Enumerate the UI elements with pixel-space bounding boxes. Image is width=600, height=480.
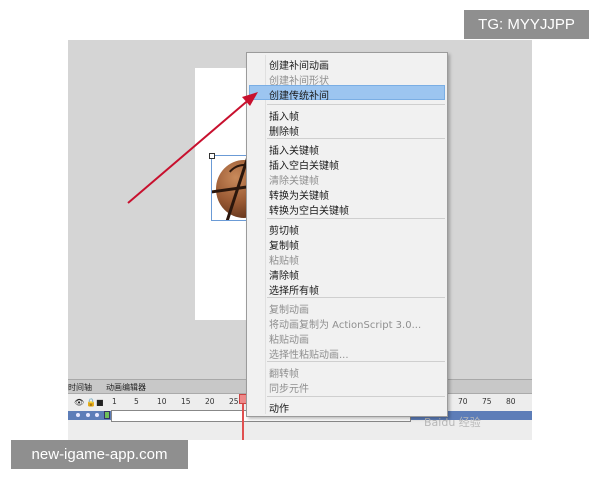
eye-icon[interactable]: 👁 xyxy=(74,398,84,407)
menu-item: 选择性粘贴动画... xyxy=(269,350,349,361)
watermark-top: TG: MYYJJPP xyxy=(464,10,589,39)
ruler-tick: 75 xyxy=(482,397,492,406)
layer-lock-dot[interactable] xyxy=(86,413,90,417)
ruler-tick: 15 xyxy=(181,397,191,406)
frame-context-menu: 创建补间动画创建补间形状 创建传统补间 插入帧 删除帧插入关键帧 插入空白关键帧清除关键… xyxy=(246,52,448,417)
ruler-tick: 80 xyxy=(506,397,516,406)
menu-item[interactable]: 删除帧 xyxy=(269,123,299,138)
ruler-tick: 10 xyxy=(157,397,167,406)
ruler-tick: 20 xyxy=(205,397,215,406)
tab-timeline[interactable]: 时间轴 xyxy=(68,382,92,393)
menu-item: 清除关键帧 xyxy=(269,176,319,187)
menu-gutter xyxy=(265,55,266,414)
menu-item: 复制动画 xyxy=(269,305,309,316)
menu-item[interactable]: 转换为空白关键帧 xyxy=(269,202,349,217)
menu-item[interactable]: 插入帧 xyxy=(269,108,299,123)
menu-item[interactable]: 插入空白关键帧 xyxy=(269,157,339,172)
watermark-bottom: new-igame-app.com xyxy=(11,440,188,469)
menu-separator xyxy=(267,218,445,219)
layer-outline-dot[interactable] xyxy=(95,413,99,417)
ruler-tick: 25 xyxy=(229,397,239,406)
menu-item[interactable]: 动作 xyxy=(269,400,289,415)
menu-item: 创建补间形状 xyxy=(269,76,329,87)
menu-item[interactable]: 插入关键帧 xyxy=(269,142,319,157)
menu-separator xyxy=(267,361,445,362)
menu-item[interactable]: 转换为关键帧 xyxy=(269,187,329,202)
menu-separator xyxy=(267,104,445,105)
menu-item[interactable]: 清除帧 xyxy=(269,267,299,282)
ruler-tick: 70 xyxy=(458,397,468,406)
menu-item[interactable]: 创建传统补间 xyxy=(269,87,329,102)
menu-separator xyxy=(267,297,445,298)
ruler-tick: 1 xyxy=(112,397,117,406)
menu-item: 将动画复制为 ActionScript 3.0... xyxy=(269,320,422,331)
menu-item: 粘贴帧 xyxy=(269,256,299,267)
outline-icon[interactable]: ■ xyxy=(96,398,104,407)
menu-item[interactable]: 复制帧 xyxy=(269,237,299,252)
menu-item: 同步元件 xyxy=(269,384,309,395)
menu-item: 翻转帧 xyxy=(269,369,299,380)
ruler-tick: 5 xyxy=(134,397,139,406)
menu-item[interactable]: 剪切帧 xyxy=(269,222,299,237)
registration-point xyxy=(209,153,215,159)
menu-item[interactable]: 选择所有帧 xyxy=(269,282,319,297)
menu-separator xyxy=(267,138,445,139)
keyframe-marker[interactable] xyxy=(104,411,110,419)
menu-item: 粘贴动画 xyxy=(269,335,309,346)
menu-item[interactable]: 创建补间动画 xyxy=(269,57,329,72)
menu-separator xyxy=(267,396,445,397)
lock-icon[interactable]: 🔒 xyxy=(86,398,96,407)
layer-visible-dot[interactable] xyxy=(76,413,80,417)
tab-motion-editor[interactable]: 动画编辑器 xyxy=(106,382,146,393)
